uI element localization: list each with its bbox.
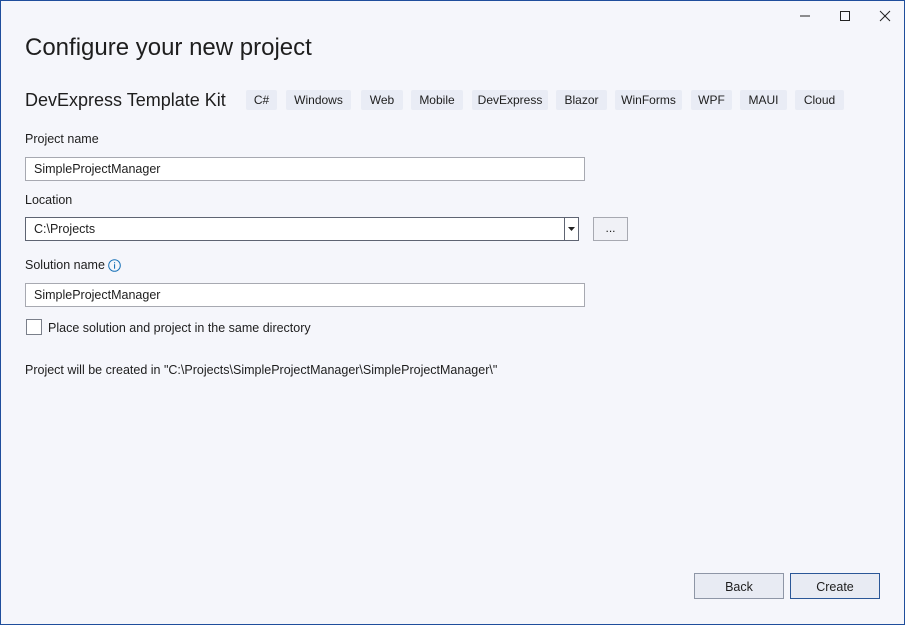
minimize-icon bbox=[800, 15, 810, 17]
project-name-input[interactable] bbox=[34, 158, 584, 180]
tag-windows: Windows bbox=[286, 90, 351, 110]
tag-csharp: C# bbox=[246, 90, 277, 110]
chevron-down-icon bbox=[568, 226, 575, 231]
solution-name-field[interactable] bbox=[25, 283, 585, 307]
tag-winforms: WinForms bbox=[615, 90, 682, 110]
location-input[interactable] bbox=[34, 218, 571, 240]
location-combo[interactable] bbox=[25, 217, 572, 241]
project-name-label: Project name bbox=[25, 132, 99, 146]
create-button[interactable]: Create bbox=[790, 573, 880, 599]
page-title: Configure your new project bbox=[25, 34, 312, 61]
tag-devexpress: DevExpress bbox=[472, 90, 548, 110]
back-button[interactable]: Back bbox=[694, 573, 784, 599]
solution-name-input[interactable] bbox=[34, 284, 584, 306]
close-button[interactable] bbox=[865, 1, 905, 31]
info-icon[interactable] bbox=[108, 259, 121, 272]
tag-mobile: Mobile bbox=[411, 90, 463, 110]
tag-web: Web bbox=[361, 90, 403, 110]
template-name: DevExpress Template Kit bbox=[25, 90, 226, 110]
project-name-field[interactable] bbox=[25, 157, 585, 181]
tag-maui: MAUI bbox=[740, 90, 787, 110]
minimize-button[interactable] bbox=[785, 1, 825, 31]
project-path-note: Project will be created in "C:\Projects\… bbox=[25, 363, 498, 377]
browse-button[interactable]: ... bbox=[593, 217, 628, 241]
maximize-icon bbox=[840, 11, 850, 21]
same-directory-checkbox[interactable] bbox=[26, 319, 42, 335]
solution-name-label: Solution name bbox=[25, 258, 105, 272]
close-icon bbox=[879, 10, 891, 22]
same-directory-label[interactable]: Place solution and project in the same d… bbox=[48, 321, 311, 335]
tag-blazor: Blazor bbox=[556, 90, 607, 110]
location-dropdown-button[interactable] bbox=[564, 217, 579, 241]
tag-cloud: Cloud bbox=[795, 90, 844, 110]
dialog-window: Configure your new project DevExpress Te… bbox=[0, 0, 905, 625]
tag-wpf: WPF bbox=[691, 90, 732, 110]
maximize-button[interactable] bbox=[825, 1, 865, 31]
location-label: Location bbox=[25, 193, 73, 207]
